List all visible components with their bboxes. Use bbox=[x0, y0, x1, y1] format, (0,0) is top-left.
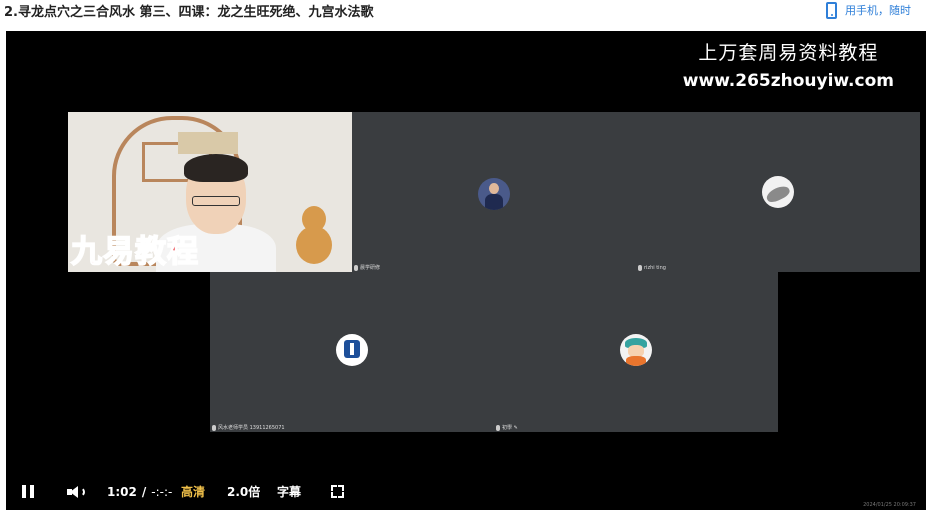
presenter-glasses bbox=[192, 196, 240, 206]
subtitles-button[interactable]: 字幕 bbox=[277, 473, 301, 510]
mic-icon bbox=[638, 265, 642, 271]
time-separator: / bbox=[141, 484, 147, 499]
pause-button[interactable] bbox=[22, 473, 34, 510]
watermark-title: 上万套周易资料教程 bbox=[698, 42, 879, 64]
participant-tile: rizhi ting bbox=[636, 112, 920, 272]
mobile-watch-link[interactable]: 用手机，随时 bbox=[826, 0, 911, 20]
presenter-video-tile: 九易教程 bbox=[68, 112, 352, 272]
participant-name: 晨学研修 bbox=[360, 265, 381, 271]
mobile-phone-icon bbox=[826, 1, 837, 19]
participant-label: 初學 ✎ bbox=[496, 424, 518, 431]
cartoon-avatar bbox=[620, 334, 652, 366]
fullscreen-button[interactable] bbox=[331, 473, 344, 510]
mic-icon bbox=[212, 424, 216, 431]
watermark-url: www.265zhouyiw.com bbox=[682, 71, 894, 91]
quality-button[interactable]: 高清 bbox=[181, 473, 205, 510]
page-title: 2.寻龙点穴之三合风水 第三、四课：龙之生旺死绝、九宫水法歌 bbox=[4, 5, 374, 20]
presenter-hair bbox=[184, 154, 248, 182]
pause-icon bbox=[22, 485, 34, 498]
person-avatar bbox=[478, 178, 510, 210]
mic-icon bbox=[354, 264, 358, 271]
volume-button[interactable] bbox=[67, 473, 85, 510]
participant-label: 风水老师学员 13911265071 bbox=[212, 424, 285, 431]
participant-tile: 晨学研修 bbox=[352, 112, 636, 272]
participant-name: 初學 ✎ bbox=[502, 425, 518, 431]
current-time: 1:02 bbox=[107, 484, 137, 499]
video-player[interactable]: 上万套周易资料教程 www.265zhouyiw.com 九易教程 晨学研修 r… bbox=[6, 31, 926, 510]
time-display: 1:02 / -:-:- bbox=[107, 473, 172, 510]
player-control-bar: 1:02 / -:-:- 高清 2.0倍 字幕 2024/01/25 20:09… bbox=[6, 473, 926, 510]
participant-name: rizhi ting bbox=[644, 265, 666, 271]
participant-name: 风水老师学员 13911265071 bbox=[218, 425, 285, 431]
mobile-watch-text: 用手机，随时 bbox=[845, 4, 911, 17]
speed-button[interactable]: 2.0倍 bbox=[227, 473, 260, 510]
mic-icon bbox=[496, 424, 500, 431]
top-bar: 2.寻龙点穴之三合风水 第三、四课：龙之生旺死绝、九宫水法歌 用手机，随时 bbox=[0, 0, 926, 24]
books bbox=[178, 132, 238, 154]
logo-avatar bbox=[336, 334, 368, 366]
participant-tile: 初學 ✎ bbox=[494, 272, 778, 432]
recording-timestamp: 2024/01/25 20:09:37 bbox=[863, 502, 916, 508]
participant-tile: 风水老师学员 13911265071 bbox=[210, 272, 494, 432]
participant-label: rizhi ting bbox=[638, 265, 666, 271]
volume-icon bbox=[67, 485, 85, 499]
participant-label: 晨学研修 bbox=[354, 264, 380, 271]
watermark: 上万套周易资料教程 www.265zhouyiw.com bbox=[683, 38, 894, 91]
shell-avatar bbox=[762, 176, 794, 208]
duration: -:-:- bbox=[151, 484, 173, 499]
fullscreen-icon bbox=[331, 485, 344, 498]
brand-logo-text: 九易教程 bbox=[70, 233, 199, 271]
gourd-decoration-body bbox=[296, 226, 332, 264]
